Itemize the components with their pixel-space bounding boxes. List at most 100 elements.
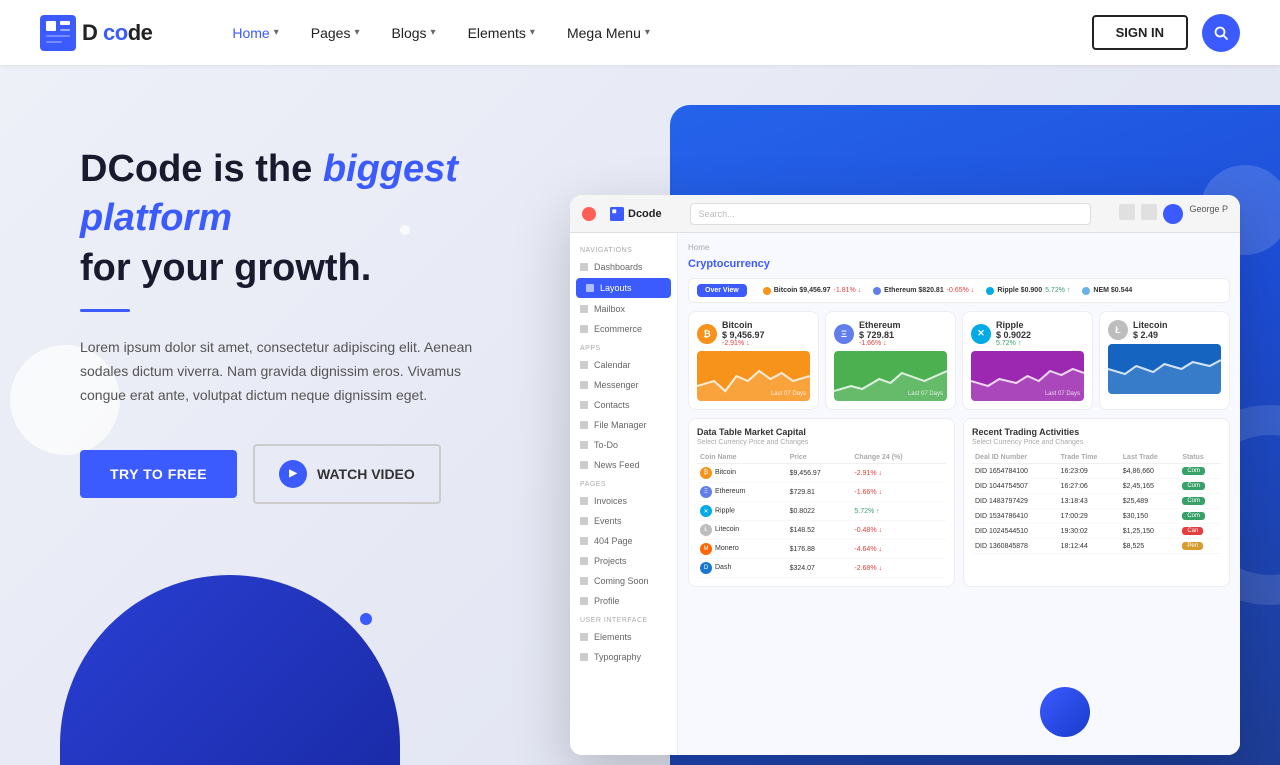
dashboard-body: NAVIGATIONS Dashboards Layouts Mailbox bbox=[570, 233, 1240, 755]
coin-card-litecoin: Ł Litecoin $ 2.49 bbox=[1099, 311, 1230, 410]
dashboard-breadcrumb: Home bbox=[688, 243, 1230, 252]
window-close-button[interactable] bbox=[582, 207, 596, 221]
dashboards-icon bbox=[580, 263, 588, 271]
comingsoon-icon bbox=[580, 577, 588, 585]
ethereum-chart: Last 07 Days bbox=[834, 351, 947, 401]
logo-text: D code bbox=[82, 20, 152, 46]
sidebar-item-contacts[interactable]: Contacts bbox=[570, 395, 677, 415]
trading-table-subtitle: Select Currency Price and Changes bbox=[972, 439, 1221, 446]
dash-icon-grid[interactable] bbox=[1119, 204, 1135, 220]
trading-data-table: Deal ID Number Trade Time Last Trade Sta… bbox=[972, 452, 1221, 554]
overview-tab[interactable]: Over View bbox=[697, 284, 747, 297]
market-capital-table: Data Table Market Capital Select Currenc… bbox=[688, 418, 955, 587]
status-badge: Com bbox=[1182, 497, 1205, 505]
sidebar-item-mailbox[interactable]: Mailbox bbox=[570, 299, 677, 319]
trading-table-title: Recent Trading Activities bbox=[972, 427, 1221, 437]
market-table-title: Data Table Market Capital bbox=[697, 427, 946, 437]
sidebar-item-dashboards[interactable]: Dashboards bbox=[570, 257, 677, 277]
sidebar-item-calendar[interactable]: Calendar bbox=[570, 355, 677, 375]
ripple-chart: Last 07 Days bbox=[971, 351, 1084, 401]
try-free-button[interactable]: TRY TO FREE bbox=[80, 450, 237, 498]
sidebar-item-layouts[interactable]: Layouts bbox=[576, 278, 671, 298]
hero-section: DCode is the biggest platform for your g… bbox=[0, 65, 1280, 765]
nav-elements[interactable]: Elements ▾ bbox=[468, 25, 535, 41]
search-button[interactable] bbox=[1202, 14, 1240, 52]
sidebar-section-pages: PAGES bbox=[570, 475, 677, 491]
todo-icon bbox=[580, 441, 588, 449]
table-row: MMonero $176.88 -4.64% ↓ bbox=[697, 540, 946, 559]
dashboard-logo: Dcode bbox=[610, 207, 662, 221]
status-badge: Com bbox=[1182, 467, 1205, 475]
sidebar-item-elements[interactable]: Elements bbox=[570, 627, 677, 647]
ripple-chart-label: Last 07 Days bbox=[1045, 391, 1080, 397]
navbar-right: SIGN IN bbox=[1092, 14, 1240, 52]
dashboard-preview: Dcode Search... George P NAVIGATIONS bbox=[570, 105, 1280, 765]
mailbox-icon bbox=[580, 305, 588, 313]
sidebar-item-404[interactable]: 404 Page bbox=[570, 531, 677, 551]
nav-blogs[interactable]: Blogs ▾ bbox=[392, 25, 436, 41]
decorative-blue-dot-bottom bbox=[1040, 687, 1090, 737]
ticker-nem: NEM $0.544 bbox=[1082, 287, 1132, 295]
sidebar-section-ui: USER INTERFACE bbox=[570, 611, 677, 627]
sidebar-item-todo[interactable]: To-Do bbox=[570, 435, 677, 455]
ripple-ticker-icon bbox=[986, 287, 994, 295]
sidebar-item-newsfeed[interactable]: News Feed bbox=[570, 455, 677, 475]
sidebar-item-typography[interactable]: Typography bbox=[570, 647, 677, 667]
ticker-bitcoin: Bitcoin $9,456.97 -1.81% ↓ bbox=[763, 287, 861, 295]
sidebar-item-filemanager[interactable]: File Manager bbox=[570, 415, 677, 435]
pages-arrow-icon: ▾ bbox=[354, 27, 359, 38]
sidebar-item-events[interactable]: Events bbox=[570, 511, 677, 531]
sidebar-item-profile[interactable]: Profile bbox=[570, 591, 677, 611]
dashboard-section-title: Cryptocurrency bbox=[688, 258, 1230, 270]
ethereum-chart-label: Last 07 Days bbox=[908, 391, 943, 397]
litecoin-logo: Ł bbox=[1108, 320, 1128, 340]
bitcoin-logo: ₿ bbox=[697, 324, 717, 344]
hero-divider bbox=[80, 309, 130, 312]
sidebar-item-invoices[interactable]: Invoices bbox=[570, 491, 677, 511]
contacts-icon bbox=[580, 401, 588, 409]
litecoin-chart bbox=[1108, 344, 1221, 394]
table-row: DID 1024544510 19:30:02 $1,25,150 Can bbox=[972, 524, 1221, 539]
dashboard-titlebar: Dcode Search... George P bbox=[570, 195, 1240, 233]
market-data-table: Coin Name Price Change 24 (%) ₿Bitcoin $… bbox=[697, 452, 946, 578]
megamenu-arrow-icon: ▾ bbox=[645, 27, 650, 38]
sidebar-item-projects[interactable]: Projects bbox=[570, 551, 677, 571]
layouts-icon bbox=[586, 284, 594, 292]
table-row: ΞEthereum $729.81 -1.66% ↓ bbox=[697, 483, 946, 502]
nav-home[interactable]: Home ▾ bbox=[232, 25, 278, 41]
newsfeed-icon bbox=[580, 461, 588, 469]
status-badge: Com bbox=[1182, 482, 1205, 490]
coin-card-ripple: ✕ Ripple $ 0.9022 5.72% ↑ bbox=[962, 311, 1093, 410]
sidebar-section-nav: NAVIGATIONS bbox=[570, 241, 677, 257]
table-row: DDash $324.07 -2.68% ↓ bbox=[697, 559, 946, 578]
table-row: DID 1534786410 17:00:29 $30,150 Com bbox=[972, 509, 1221, 524]
invoices-icon bbox=[580, 497, 588, 505]
sidebar-item-comingsoon[interactable]: Coming Soon bbox=[570, 571, 677, 591]
col-trade-time: Trade Time bbox=[1058, 452, 1120, 464]
ethereum-logo: Ξ bbox=[834, 324, 854, 344]
navbar-left: D code Home ▾ Pages ▾ Blogs ▾ Elements ▾… bbox=[40, 15, 650, 51]
status-badge: Com bbox=[1182, 512, 1205, 520]
nav-mega-menu[interactable]: Mega Menu ▾ bbox=[567, 25, 650, 41]
dash-icon-bell[interactable] bbox=[1141, 204, 1157, 220]
logo[interactable]: D code bbox=[40, 15, 152, 51]
coin-card-ethereum: Ξ Ethereum $ 729.81 -1.66% ↓ bbox=[825, 311, 956, 410]
signin-button[interactable]: SIGN IN bbox=[1092, 15, 1188, 50]
col-coin-name: Coin Name bbox=[697, 452, 787, 464]
hero-buttons: TRY TO FREE ▶ WATCH VIDEO bbox=[80, 444, 560, 504]
watch-video-button[interactable]: ▶ WATCH VIDEO bbox=[253, 444, 441, 504]
search-icon bbox=[1213, 25, 1229, 41]
profile-icon bbox=[580, 597, 588, 605]
nav-pages[interactable]: Pages ▾ bbox=[311, 25, 360, 41]
search-placeholder: Search... bbox=[699, 209, 735, 219]
ticker-ripple: Ripple $0.900 5.72% ↑ bbox=[986, 287, 1070, 295]
sidebar-item-messenger[interactable]: Messenger bbox=[570, 375, 677, 395]
col-last-trade: Last Trade bbox=[1120, 452, 1180, 464]
col-change: Change 24 (%) bbox=[851, 452, 946, 464]
sidebar-item-ecommerce[interactable]: Ecommerce bbox=[570, 319, 677, 339]
ecommerce-icon bbox=[580, 325, 588, 333]
ethereum-ticker-icon bbox=[873, 287, 881, 295]
play-icon: ▶ bbox=[279, 460, 307, 488]
dashboard-search-bar[interactable]: Search... bbox=[690, 203, 1092, 225]
ripple-logo: ✕ bbox=[971, 324, 991, 344]
